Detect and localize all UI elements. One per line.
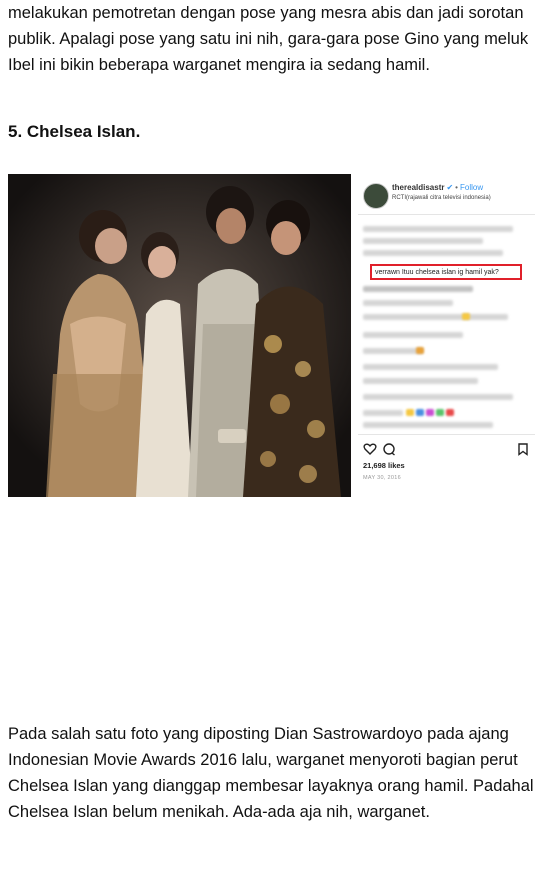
blurred-comment — [363, 300, 453, 306]
blurred-comment — [363, 422, 493, 428]
blurred-comment — [363, 364, 498, 370]
blurred-emoji — [416, 409, 424, 416]
highlighted-comment: verrawn Ituu chelsea islan ig hamil yak? — [370, 264, 522, 280]
divider — [358, 214, 535, 215]
blurred-comment — [363, 394, 513, 400]
separator-dot: • — [455, 183, 458, 192]
article-paragraph-bottom: Pada salah satu foto yang diposting Dian… — [8, 725, 534, 821]
blurred-comment — [363, 378, 478, 384]
post-date: MAY 30, 2016 — [363, 475, 401, 481]
instagram-screenshot: therealdisastr ✔ • Follow RCTI(rajawali cit… — [358, 174, 535, 497]
heart-icon[interactable] — [363, 442, 377, 456]
likes-count: 21,698 likes — [363, 461, 405, 470]
blurred-comment — [363, 348, 423, 354]
event-photo — [8, 174, 351, 497]
avatar — [363, 183, 389, 209]
event-photo-illustration — [8, 174, 351, 497]
blurred-comment — [363, 250, 503, 256]
blurred-emoji — [462, 313, 470, 320]
verified-icon: ✔ — [446, 183, 454, 192]
follow-button[interactable]: Follow — [460, 183, 483, 192]
ig-username: therealdisastr — [392, 183, 445, 192]
blurred-emoji — [436, 409, 444, 416]
blurred-comment — [363, 226, 513, 232]
blurred-emoji — [416, 347, 424, 354]
bookmark-icon[interactable] — [516, 442, 530, 456]
blurred-comment — [363, 286, 473, 292]
ig-location: RCTI(rajawali citra televisi indonesia) — [392, 195, 491, 201]
comment-icon[interactable] — [382, 442, 396, 456]
section-heading: 5. Chelsea Islan. — [8, 122, 141, 141]
article-paragraph-top: melakukan pemotretan dengan pose yang me… — [8, 4, 529, 74]
blurred-comment — [363, 238, 483, 244]
blurred-emoji — [426, 409, 434, 416]
blurred-emoji — [406, 409, 414, 416]
ig-header: therealdisastr ✔ • Follow — [392, 183, 483, 192]
blurred-comment — [363, 314, 508, 320]
image-collage: therealdisastr ✔ • Follow RCTI(rajawali cit… — [8, 174, 535, 497]
blurred-comment — [363, 332, 463, 338]
blurred-emoji — [446, 409, 454, 416]
blurred-comment — [363, 410, 403, 416]
divider — [358, 434, 535, 435]
